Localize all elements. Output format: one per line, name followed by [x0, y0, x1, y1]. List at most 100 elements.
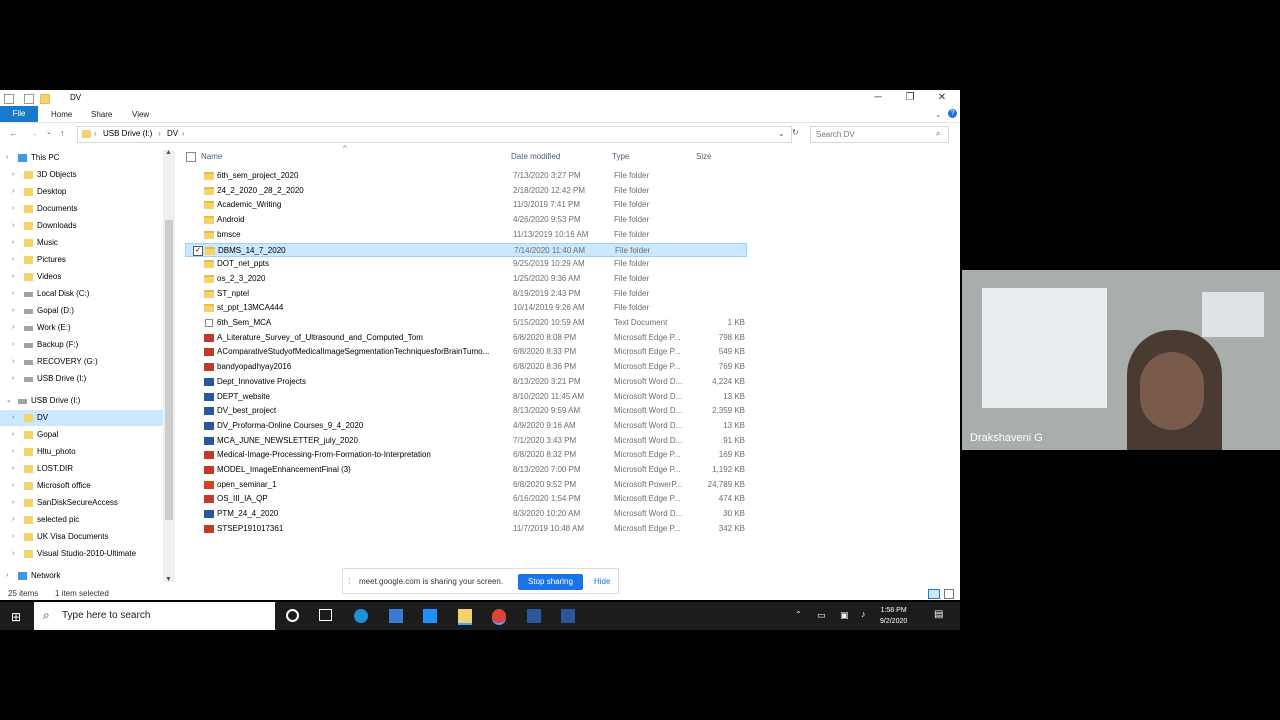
- nav-scrollbar-thumb[interactable]: [165, 220, 173, 520]
- breadcrumb-usb-drive[interactable]: USB Drive (I:): [103, 129, 152, 138]
- refresh-icon[interactable]: ↻: [792, 128, 799, 137]
- battery-icon[interactable]: ▭: [817, 610, 826, 621]
- tab-share[interactable]: Share: [91, 110, 112, 119]
- tab-file[interactable]: File: [0, 106, 38, 122]
- teams-icon[interactable]: [527, 609, 541, 623]
- file-row[interactable]: PTM_24_4_2020 8/3/2020 10:20 AM Microsoft …: [185, 507, 747, 521]
- taskbar-search-input[interactable]: Type here to search: [62, 610, 150, 621]
- chevron-right-icon[interactable]: ›: [6, 568, 8, 584]
- chevron-right-icon[interactable]: ›: [12, 286, 14, 302]
- start-icon[interactable]: ⊞: [11, 610, 21, 624]
- quick-access-icon[interactable]: [4, 94, 14, 104]
- file-row[interactable]: DEPT_website 8/10/2020 11:45 AM Microsoft …: [185, 390, 747, 404]
- details-view-icon[interactable]: [928, 589, 940, 599]
- chrome-icon[interactable]: [492, 609, 506, 625]
- show-hidden-icons-icon[interactable]: ⌃: [795, 610, 802, 619]
- row-checkbox[interactable]: ✓: [193, 245, 203, 256]
- address-dropdown-icon[interactable]: ⌄: [778, 129, 785, 138]
- chevron-right-icon[interactable]: ›: [12, 478, 14, 494]
- forward-icon[interactable]: →: [29, 128, 38, 138]
- chevron-right-icon[interactable]: ›: [12, 320, 14, 336]
- file-row[interactable]: A_Literature_Survey_of_Ultrasound_and_Co…: [185, 331, 747, 345]
- file-row[interactable]: Android 4/26/2020 9:53 PM File folder: [185, 213, 747, 227]
- close-button[interactable]: ✕: [932, 92, 952, 103]
- nav-item[interactable]: ⌄ USB Drive (I:): [0, 393, 163, 409]
- chevron-right-icon[interactable]: ›: [12, 512, 14, 528]
- store-icon[interactable]: [389, 609, 403, 623]
- word-icon[interactable]: [561, 609, 575, 623]
- drag-handle-icon[interactable]: ⁞: [348, 576, 351, 586]
- mail-icon[interactable]: [423, 609, 437, 623]
- recent-locations-icon[interactable]: ⌄: [46, 128, 52, 136]
- nav-item[interactable]: › Gopal: [0, 427, 163, 443]
- search-input[interactable]: Search DV: [816, 130, 855, 139]
- file-row[interactable]: ✓ DBMS_14_7_2020 7/14/2020 11:40 AM File fo…: [185, 242, 747, 257]
- tab-view[interactable]: View: [132, 110, 149, 119]
- nav-item[interactable]: › Local Disk (C:): [0, 286, 163, 302]
- chevron-right-icon[interactable]: ›: [12, 546, 14, 562]
- file-row[interactable]: DV_Proforma-Online Courses_9_4_2020 4/9/2…: [185, 419, 747, 433]
- nav-item[interactable]: › 3D Objects: [0, 167, 163, 183]
- help-icon[interactable]: ?: [948, 109, 957, 118]
- file-row[interactable]: MCA_JUNE_NEWSLETTER_july_2020 7/1/2020 3:…: [185, 434, 747, 448]
- nav-item[interactable]: › LOST.DIR: [0, 461, 163, 477]
- chevron-right-icon[interactable]: ›: [12, 252, 14, 268]
- file-row[interactable]: 6th_sem_project_2020 7/13/2020 3:27 PM Fil…: [185, 169, 747, 183]
- new-folder-icon[interactable]: [40, 94, 50, 104]
- chevron-right-icon[interactable]: ›: [12, 201, 14, 217]
- file-row[interactable]: STSEP191017361 11/7/2019 10:48 AM Microsof…: [185, 522, 747, 536]
- nav-item[interactable]: › UK Visa Documents: [0, 529, 163, 545]
- chevron-right-icon[interactable]: ›: [12, 410, 14, 426]
- taskbar-search[interactable]: ⌕ Type here to search: [34, 602, 275, 630]
- properties-icon[interactable]: [24, 94, 34, 104]
- nav-item[interactable]: › RECOVERY (G:): [0, 354, 163, 370]
- file-row[interactable]: os_2_3_2020 1/25/2020 9:36 AM File folder: [185, 272, 747, 286]
- expand-ribbon-icon[interactable]: ⌄: [935, 110, 942, 119]
- file-row[interactable]: DOT_net_ppts 9/25/2019 10:29 AM File folde…: [185, 257, 747, 271]
- nav-item[interactable]: › Backup (F:): [0, 337, 163, 353]
- chevron-right-icon[interactable]: ›: [12, 529, 14, 545]
- edge-icon[interactable]: [354, 609, 368, 623]
- chevron-right-icon[interactable]: ›: [12, 235, 14, 251]
- file-row[interactable]: 24_2_2020 _28_2_2020 2/18/2020 12:42 PM Fi…: [185, 184, 747, 198]
- tab-home[interactable]: Home: [51, 110, 72, 119]
- chevron-right-icon[interactable]: ›: [12, 303, 14, 319]
- breadcrumb-dv[interactable]: DV: [167, 129, 178, 138]
- chevron-right-icon[interactable]: ›: [12, 444, 14, 460]
- up-icon[interactable]: ↑: [60, 128, 65, 138]
- file-row[interactable]: MODEL_ImageEnhancementFinal (3) 8/13/2020…: [185, 463, 747, 477]
- file-row[interactable]: bmsce 11/13/2019 10:16 AM File folder: [185, 228, 747, 242]
- nav-item[interactable]: › Visual Studio-2010-Ultimate: [0, 546, 163, 562]
- search-icon[interactable]: ⌕: [936, 129, 940, 139]
- chevron-right-icon[interactable]: ›: [12, 269, 14, 285]
- chevron-down-icon[interactable]: ⌄: [6, 393, 12, 409]
- hide-button[interactable]: Hide: [594, 577, 610, 586]
- file-row[interactable]: 6th_Sem_MCA 5/15/2020 10:59 AM Text Docume…: [185, 316, 747, 330]
- file-row[interactable]: DV_best_project 8/13/2020 9:59 AM Microsof…: [185, 404, 747, 418]
- nav-item[interactable]: › Hltu_photo: [0, 444, 163, 460]
- chevron-right-icon[interactable]: ›: [12, 337, 14, 353]
- nav-item[interactable]: › Videos: [0, 269, 163, 285]
- chevron-right-icon[interactable]: ›: [12, 371, 14, 387]
- nav-item[interactable]: › Gopal (D:): [0, 303, 163, 319]
- nav-item[interactable]: › Work (E:): [0, 320, 163, 336]
- nav-item[interactable]: › USB Drive (I:): [0, 371, 163, 387]
- scroll-down-icon[interactable]: ▼: [165, 576, 172, 583]
- nav-item[interactable]: › Desktop: [0, 184, 163, 200]
- chevron-right-icon[interactable]: ›: [12, 167, 14, 183]
- restore-button[interactable]: ❐: [900, 92, 920, 103]
- nav-item[interactable]: › Downloads: [0, 218, 163, 234]
- column-header-size[interactable]: Size: [696, 152, 712, 161]
- file-row[interactable]: open_seminar_1 6/8/2020 9:52 PM Microsoft …: [185, 478, 747, 492]
- nav-item[interactable]: › selected pic: [0, 512, 163, 528]
- stop-sharing-button[interactable]: Stop sharing: [518, 574, 583, 590]
- nav-item[interactable]: › This PC: [0, 150, 163, 166]
- file-row[interactable]: bandyopadhyay2016 6/8/2020 8:36 PM Microso…: [185, 360, 747, 374]
- column-header-name[interactable]: Name: [201, 152, 222, 161]
- column-header-type[interactable]: Type: [612, 152, 629, 161]
- nav-item[interactable]: › Pictures: [0, 252, 163, 268]
- clock[interactable]: 1:58 PM 9/2/2020: [880, 605, 907, 627]
- address-box[interactable]: › USB Drive (I:) › DV › ⌄ ↻: [77, 126, 799, 143]
- chevron-right-icon[interactable]: ›: [12, 218, 14, 234]
- file-row[interactable]: OS_III_IA_QP 6/16/2020 1:54 PM Microsoft E…: [185, 492, 747, 506]
